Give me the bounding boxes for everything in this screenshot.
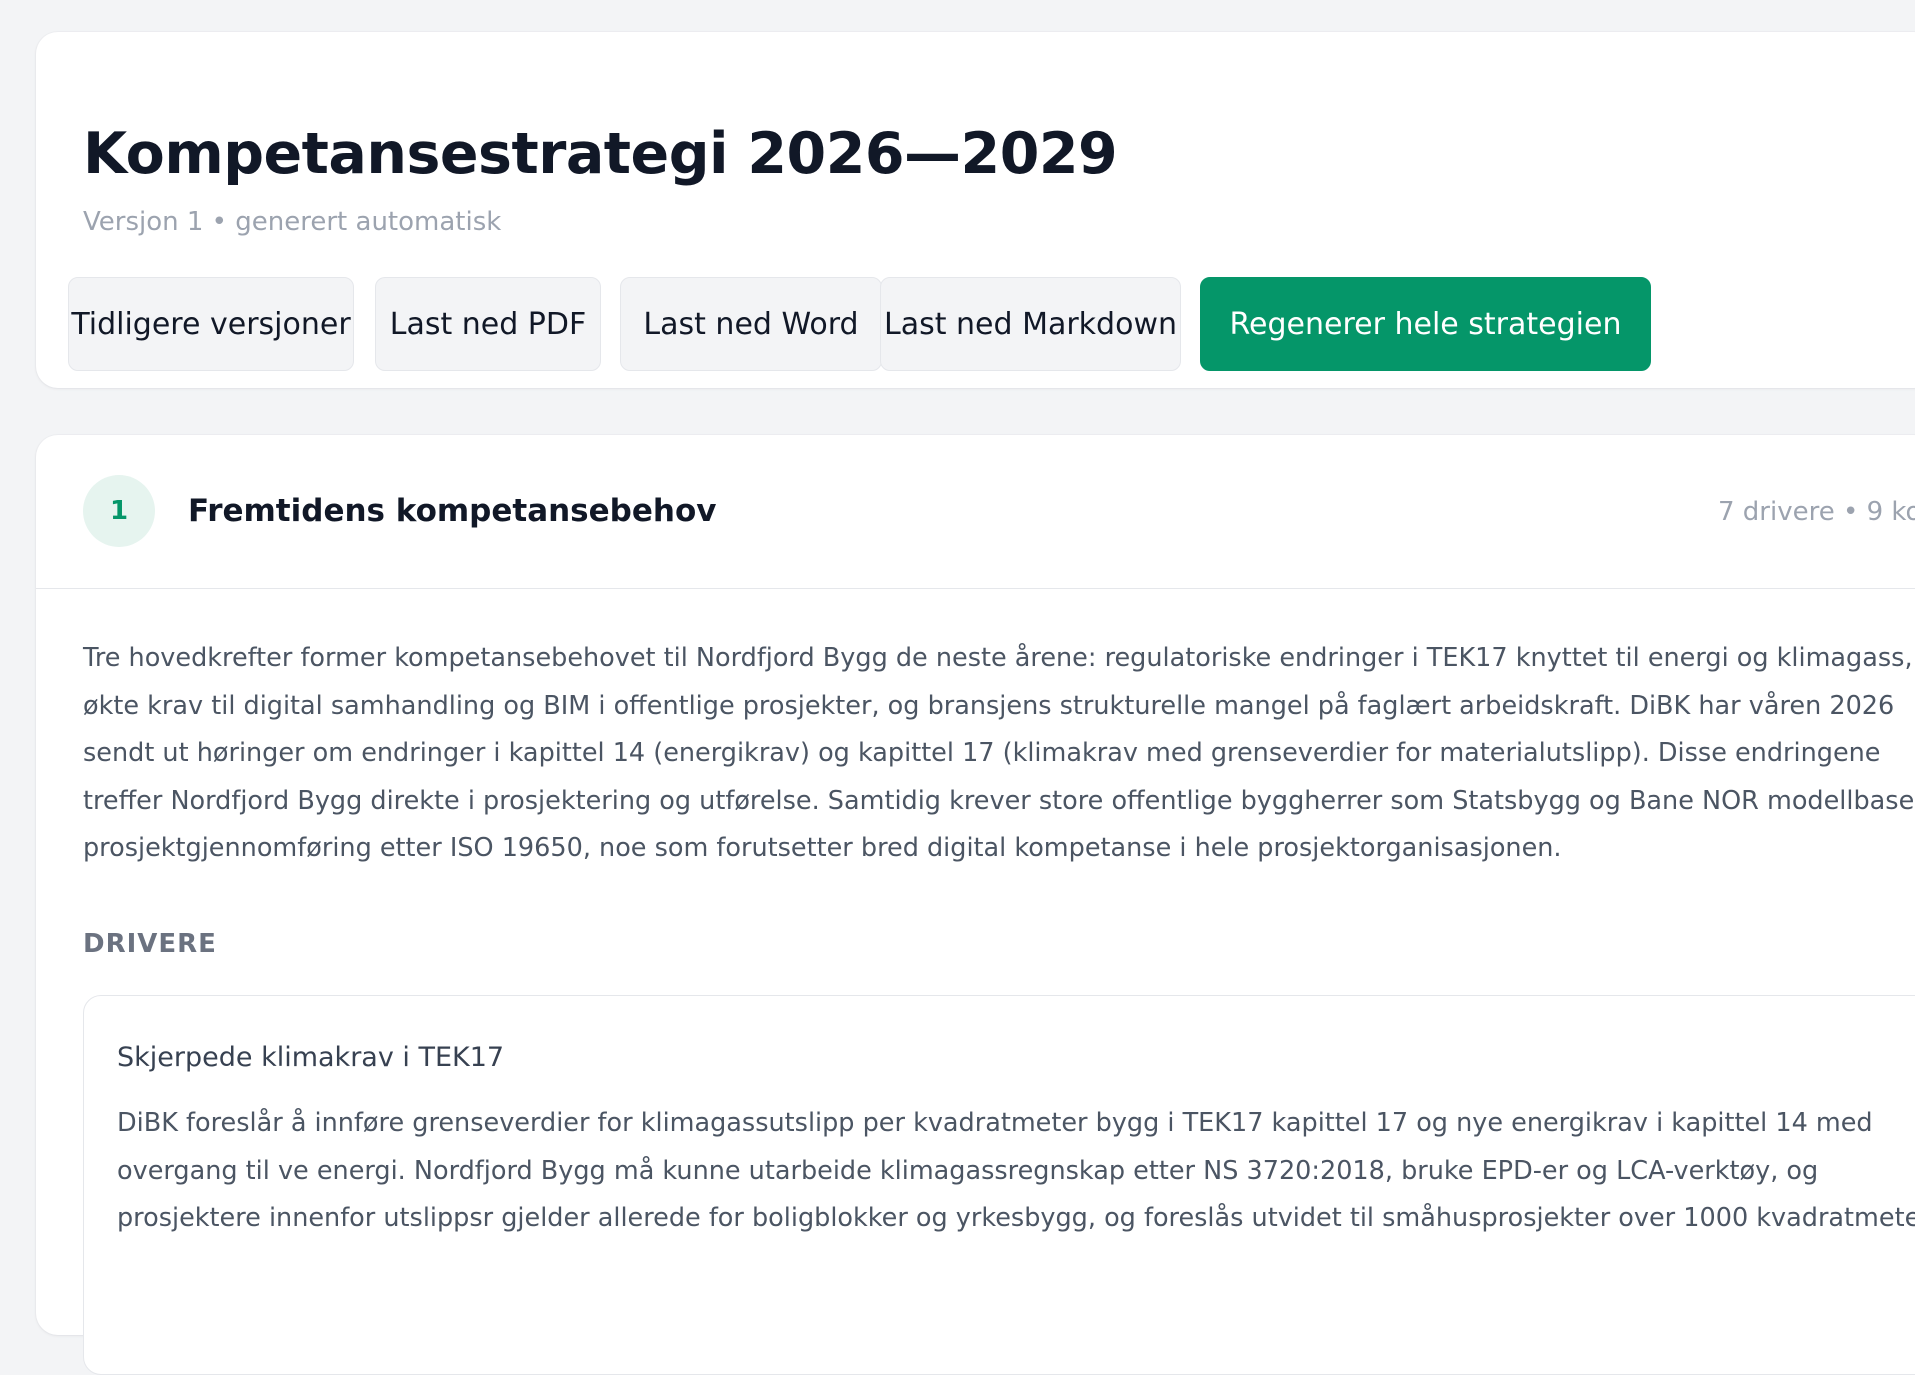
drivers-heading: DRIVERE [83, 929, 217, 959]
download-pdf-button[interactable]: Last ned PDF [375, 277, 601, 371]
download-markdown-button[interactable]: Last ned Markdown [880, 277, 1181, 371]
regenerate-strategy-button[interactable]: Regenerer hele strategien [1200, 277, 1651, 371]
section-meta: 7 drivere • 9 kon [1718, 497, 1915, 527]
section-number-badge: 1 [83, 475, 155, 547]
section-header[interactable]: 1 Fremtidens kompetansebehov 7 drivere •… [36, 435, 1915, 589]
driver-card: Skjerpede klimakrav i TEK17 DiBK foreslå… [83, 995, 1915, 1375]
driver-description: DiBK foreslår å innføre grenseverdier fo… [117, 1108, 1915, 1233]
download-word-button[interactable]: Last ned Word [620, 277, 882, 371]
section-title: Fremtidens kompetansebehov [188, 493, 717, 529]
previous-versions-button[interactable]: Tidligere versjoner [68, 277, 354, 371]
page-title: Kompetansestrategi 2026—2029 [83, 121, 1118, 187]
competence-section-card: 1 Fremtidens kompetansebehov 7 drivere •… [36, 435, 1915, 1375]
version-subtitle: Versjon 1 • generert automatisk [83, 207, 502, 237]
driver-title: Skjerpede klimakrav i TEK17 [117, 1042, 505, 1073]
strategy-header-card: Kompetansestrategi 2026—2029 Versjon 1 •… [36, 32, 1915, 388]
section-summary-text: Tre hovedkrefter former kompetansebehove… [83, 643, 1915, 863]
